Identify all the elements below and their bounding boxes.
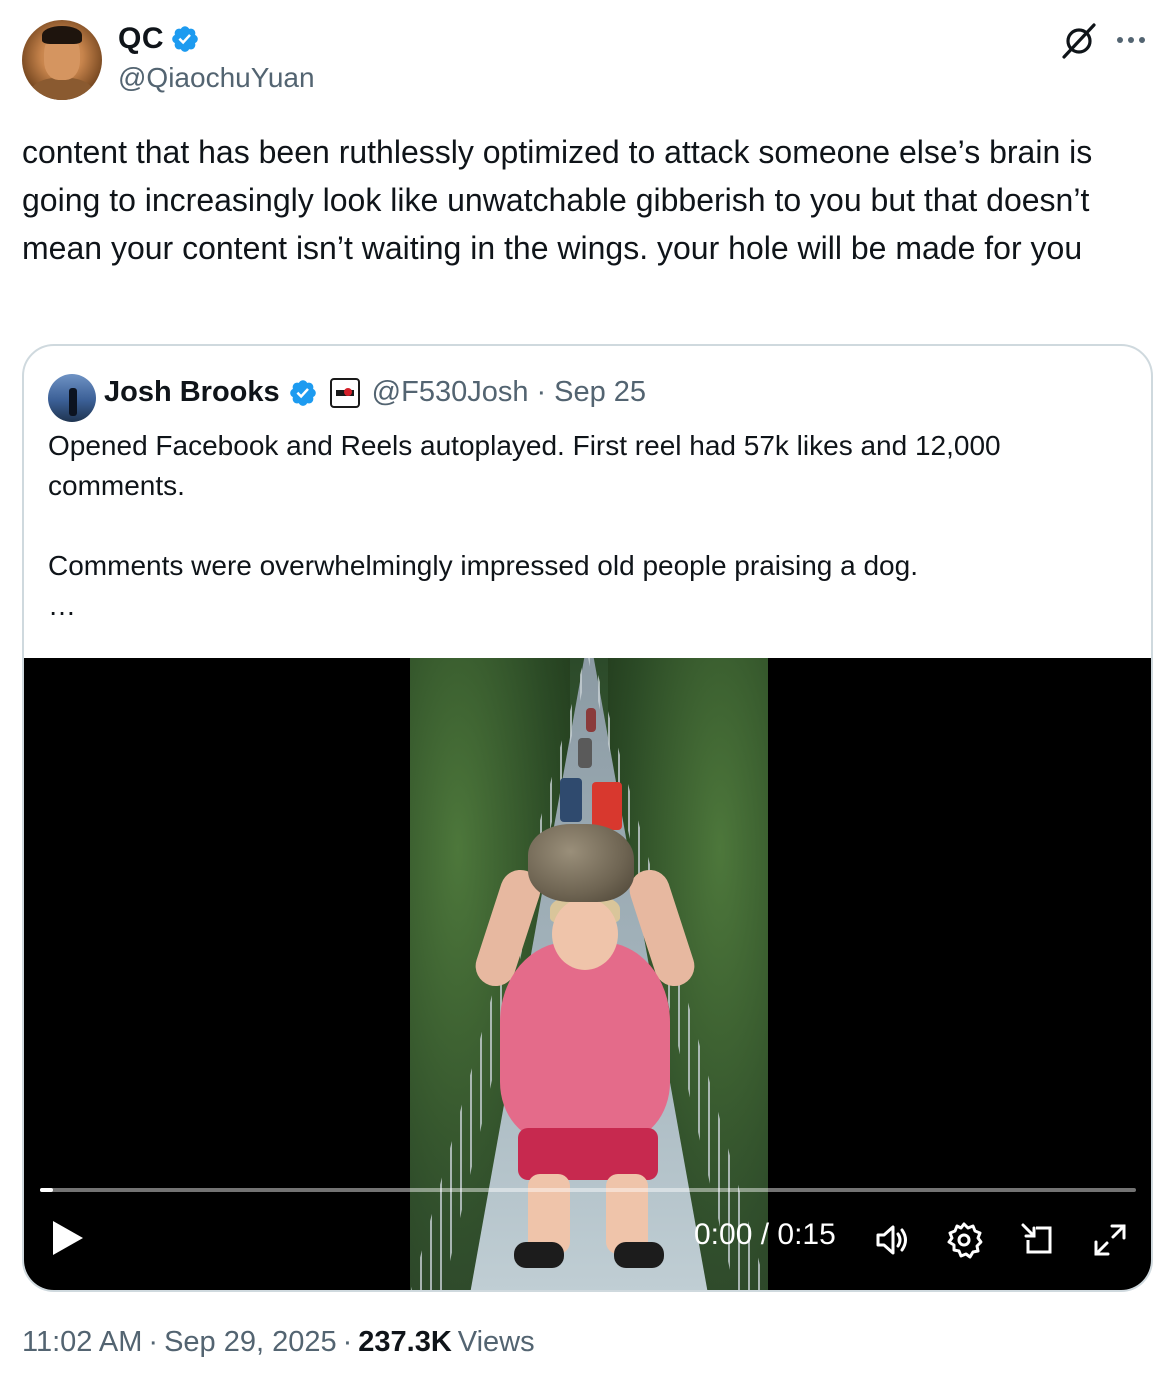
meta-separator: ·	[148, 1326, 159, 1358]
quoted-verified-badge-icon	[289, 379, 316, 406]
quoted-author-handle: @F530Josh	[371, 376, 529, 408]
author-name[interactable]: QC	[118, 22, 164, 56]
volume-icon[interactable]	[872, 1220, 912, 1260]
play-icon[interactable]	[50, 1218, 86, 1258]
fullscreen-icon[interactable]	[1090, 1220, 1130, 1260]
tweet-date[interactable]: Sep 29, 2025	[164, 1326, 337, 1359]
tweet-text: content that has been ruthlessly optimiz…	[22, 134, 1093, 266]
video-frame	[410, 658, 768, 1290]
quoted-author-name: Josh Brooks	[104, 376, 280, 408]
quoted-tweet[interactable]: Josh Brooks @F530Josh · Sep 25 Opened Fa…	[22, 344, 1153, 1292]
video-progress-fill	[40, 1188, 54, 1192]
views-label: Views	[457, 1326, 535, 1358]
video-player[interactable]	[24, 658, 1151, 1290]
verified-badge-icon	[172, 26, 198, 52]
quoted-tweet-text: Opened Facebook and Reels autoplayed. Fi…	[48, 430, 1001, 621]
picture-in-picture-icon[interactable]	[1018, 1220, 1058, 1260]
tweet-meta: 11:02 AM · Sep 29, 2025 · 237.3K Views	[22, 1326, 535, 1359]
quoted-separator: ·	[536, 376, 547, 408]
author-avatar[interactable]	[22, 20, 102, 100]
video-progress-bar[interactable]	[40, 1188, 1136, 1192]
views-count: 237.3K	[358, 1326, 452, 1358]
grok-icon[interactable]	[1060, 22, 1098, 60]
quoted-tweet-header: Josh Brooks @F530Josh · Sep 25	[104, 376, 646, 409]
author-handle[interactable]: @QiaochuYuan	[118, 62, 315, 94]
quoted-author-avatar	[48, 374, 96, 422]
video-time: 0:00 / 0:15	[694, 1218, 836, 1251]
quoted-date: Sep 25	[554, 376, 647, 408]
author-name-row: QC	[118, 22, 200, 56]
affiliate-badge-icon	[329, 377, 360, 408]
more-options-icon[interactable]	[1117, 26, 1151, 54]
settings-gear-icon[interactable]	[944, 1220, 984, 1260]
meta-separator: ·	[342, 1326, 353, 1358]
tweet-time[interactable]: 11:02 AM	[22, 1326, 142, 1359]
